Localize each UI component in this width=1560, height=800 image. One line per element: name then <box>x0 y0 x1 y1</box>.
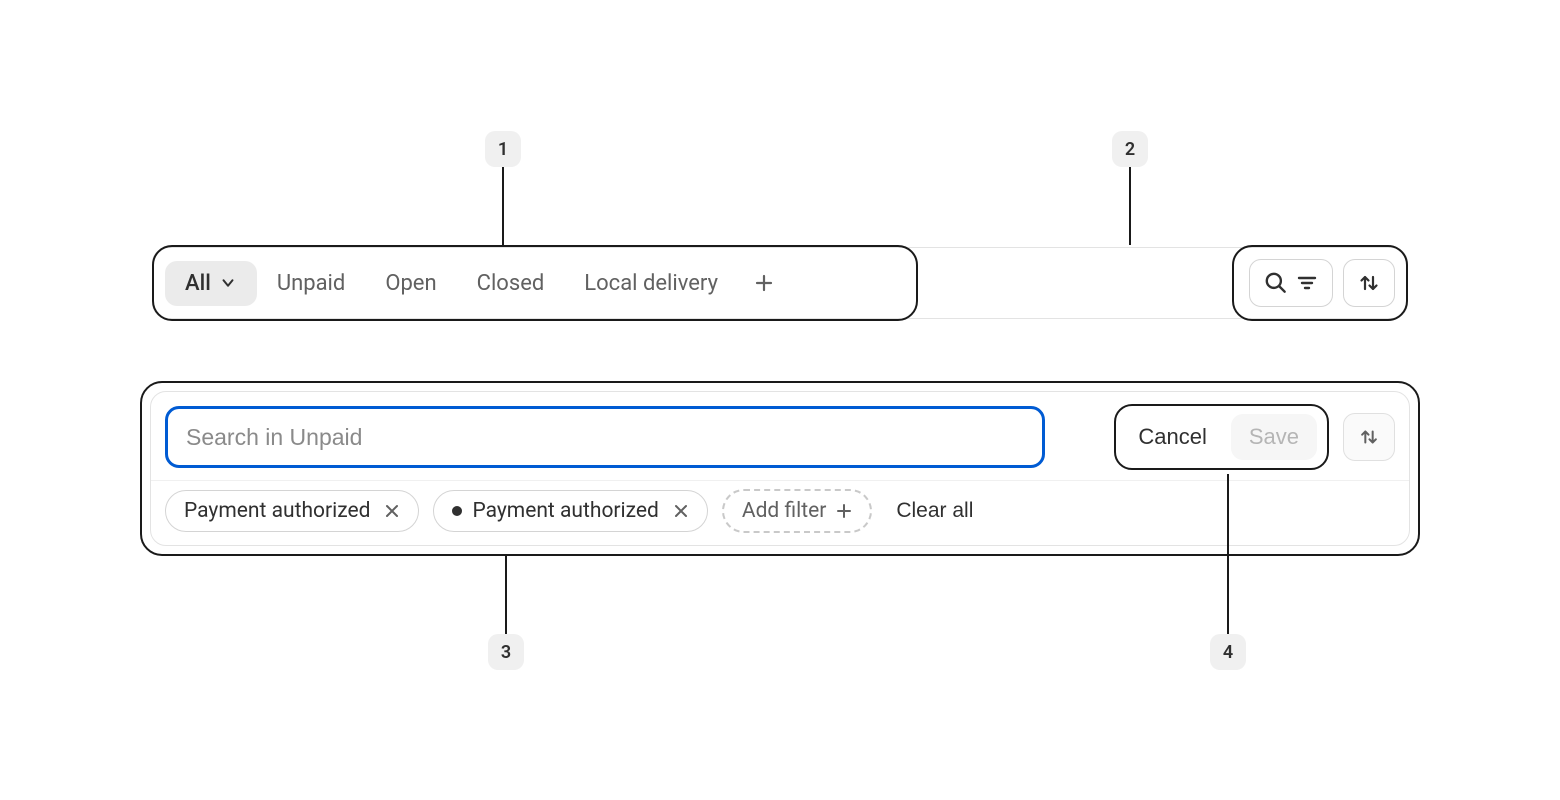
clear-all-button[interactable]: Clear all <box>886 491 983 531</box>
callout-badge-2: 2 <box>1112 131 1148 167</box>
search-row: Cancel Save <box>151 392 1409 480</box>
callout-badge-4: 4 <box>1210 634 1246 670</box>
sort-arrows-icon <box>1357 271 1381 295</box>
callout-4: 4 <box>1210 474 1246 670</box>
tab-local-delivery[interactable]: Local delivery <box>564 261 738 306</box>
sort-button[interactable] <box>1343 259 1395 307</box>
callout-line <box>1227 474 1229 634</box>
filter-chip-payment-authorized-1[interactable]: Payment authorized <box>165 490 419 532</box>
tab-group: All Unpaid Open Closed Local delivery <box>165 261 790 306</box>
tab-all[interactable]: All <box>165 261 257 306</box>
top-filter-bar: All Unpaid Open Closed Local delivery <box>152 247 1408 319</box>
cancel-button[interactable]: Cancel <box>1126 416 1218 458</box>
callout-badge-1: 1 <box>485 131 521 167</box>
search-input[interactable] <box>165 406 1045 468</box>
sort-button-secondary[interactable] <box>1343 413 1395 461</box>
add-filter-label: Add filter <box>742 499 826 523</box>
add-filter-button[interactable]: Add filter <box>722 489 872 533</box>
search-filter-button[interactable] <box>1249 259 1333 307</box>
annotation-outline-actions: Cancel Save <box>1114 404 1329 470</box>
add-tab-button[interactable] <box>738 265 790 301</box>
callout-2: 2 <box>1112 131 1148 245</box>
callout-1: 1 <box>485 131 521 245</box>
close-icon[interactable] <box>384 503 400 519</box>
chip-label: Payment authorized <box>472 499 658 523</box>
tab-open[interactable]: Open <box>365 261 456 306</box>
tab-label: Open <box>385 271 436 296</box>
tab-label: All <box>185 271 211 296</box>
filter-lines-icon <box>1295 271 1319 295</box>
tab-unpaid[interactable]: Unpaid <box>257 261 366 306</box>
callout-line <box>502 167 504 245</box>
top-right-actions <box>1249 259 1395 307</box>
close-icon[interactable] <box>673 503 689 519</box>
callout-badge-3: 3 <box>488 634 524 670</box>
tab-closed[interactable]: Closed <box>457 261 565 306</box>
chip-label: Payment authorized <box>184 499 370 523</box>
callout-line <box>1129 167 1131 245</box>
plus-icon <box>836 503 852 519</box>
search-icon <box>1263 270 1289 296</box>
callout-line <box>505 556 507 634</box>
filter-chip-payment-authorized-2[interactable]: Payment authorized <box>433 490 707 532</box>
unsaved-dot-icon <box>452 506 462 516</box>
save-button[interactable]: Save <box>1231 414 1317 460</box>
chevron-down-icon <box>219 274 237 292</box>
tab-label: Local delivery <box>584 271 718 296</box>
tab-label: Unpaid <box>277 271 346 296</box>
sort-arrows-icon <box>1358 426 1380 448</box>
plus-icon <box>754 273 774 293</box>
tab-label: Closed <box>477 271 545 296</box>
callout-3: 3 <box>488 556 524 670</box>
